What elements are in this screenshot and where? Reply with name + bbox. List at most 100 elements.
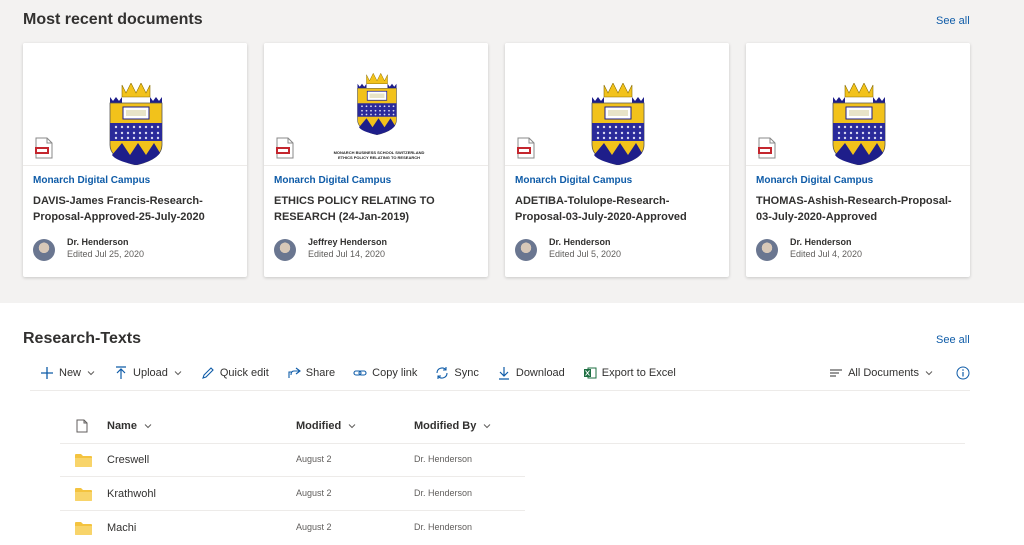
file-icon: [76, 419, 88, 433]
chevron-down-icon: [482, 421, 492, 431]
export-to-excel-button[interactable]: Export to Excel: [583, 366, 676, 380]
crest-logo: [831, 83, 887, 165]
column-header-name[interactable]: Name: [107, 420, 153, 432]
column-header-modified-by[interactable]: Modified By: [414, 420, 492, 432]
table-row[interactable]: Machi August 2 Dr. Henderson: [60, 512, 525, 545]
copy-link-button[interactable]: Copy link: [353, 366, 417, 380]
card-document-title[interactable]: ETHICS POLICY RELATING TO RESEARCH (24-J…: [274, 193, 479, 225]
new-label: New: [59, 367, 82, 379]
folder-icon: [75, 454, 92, 467]
row-modified: August 2: [296, 454, 332, 464]
share-button[interactable]: Share: [287, 366, 335, 380]
pdf-icon: [517, 137, 535, 159]
recent-documents-title: Most recent documents: [23, 11, 203, 28]
thumbnail-caption-line: ETHICS POLICY RELATING TO RESEARCH: [337, 155, 420, 160]
link-icon: [353, 370, 367, 376]
row-name[interactable]: Krathwohl: [107, 488, 156, 500]
row-name[interactable]: Machi: [107, 522, 136, 534]
view-selector[interactable]: All Documents: [829, 366, 934, 380]
card-author: Dr. Henderson: [67, 237, 129, 247]
card-site-name[interactable]: Monarch Digital Campus: [274, 175, 391, 186]
view-label: All Documents: [848, 367, 919, 379]
download-label: Download: [515, 367, 565, 379]
pdf-icon: [35, 137, 53, 159]
chevron-down-icon: [347, 421, 357, 431]
share-icon: [288, 367, 301, 378]
download-button[interactable]: Download: [497, 366, 565, 380]
new-button[interactable]: New: [40, 366, 96, 380]
crest-logo: [356, 73, 398, 135]
sync-icon: [436, 367, 448, 379]
row-modified-by: Dr. Henderson: [414, 522, 473, 532]
document-card[interactable]: Monarch Digital Campus ADETIBA-Tolulope-…: [505, 43, 729, 277]
row-modified-by: Dr. Henderson: [414, 454, 473, 464]
card-edited-date: Edited Jul 4, 2020: [790, 249, 863, 259]
document-thumbnail: [746, 43, 970, 166]
card-document-title[interactable]: ADETIBA-Tolulope-Research-Proposal-03-Ju…: [515, 193, 720, 225]
sync-button[interactable]: Sync: [435, 366, 479, 380]
avatar: [515, 239, 537, 261]
quick-edit-button[interactable]: Quick edit: [201, 366, 269, 380]
document-thumbnail: MONARCH BUSINESS SCHOOL SWITZERLAND ETHI…: [264, 43, 488, 166]
card-author: Dr. Henderson: [790, 237, 852, 247]
command-bar: New Upload Quick edit Share Copy link Sy…: [40, 362, 970, 384]
pencil-icon: [202, 367, 214, 379]
card-author: Jeffrey Henderson: [308, 237, 388, 247]
library-see-all-link[interactable]: See all: [936, 334, 970, 346]
list-icon: [830, 369, 843, 377]
toolbar-right: All Documents: [829, 362, 970, 384]
card-edited-date: Edited Jul 5, 2020: [549, 249, 622, 259]
chevron-down-icon: [924, 368, 934, 378]
card-author: Dr. Henderson: [549, 237, 611, 247]
column-header-modified-by-label: Modified By: [414, 420, 477, 432]
row-modified-by: Dr. Henderson: [414, 488, 473, 498]
library-title[interactable]: Research-Texts: [23, 330, 141, 348]
card-document-title[interactable]: THOMAS-Ashish-Research-Proposal-03-July-…: [756, 193, 961, 225]
document-card[interactable]: Monarch Digital Campus THOMAS-Ashish-Res…: [746, 43, 970, 277]
chevron-down-icon: [143, 421, 153, 431]
chevron-down-icon: [173, 368, 183, 378]
document-card[interactable]: Monarch Digital Campus DAVIS-James Franc…: [23, 43, 247, 277]
chevron-down-icon: [86, 368, 96, 378]
row-modified: August 2: [296, 488, 332, 498]
column-header-name-label: Name: [107, 420, 137, 432]
copy-link-label: Copy link: [372, 367, 418, 379]
card-site-name[interactable]: Monarch Digital Campus: [756, 175, 873, 186]
divider: [30, 390, 970, 391]
excel-icon: [583, 367, 597, 379]
card-document-title[interactable]: DAVIS-James Francis-Research-Proposal-Ap…: [33, 193, 238, 225]
crest-logo: [108, 83, 164, 165]
document-card[interactable]: MONARCH BUSINESS SCHOOL SWITZERLAND ETHI…: [264, 43, 488, 277]
avatar: [756, 239, 778, 261]
document-thumbnail: [505, 43, 729, 166]
sync-label: Sync: [454, 367, 479, 379]
share-label: Share: [305, 367, 336, 379]
thumbnail-caption: MONARCH BUSINESS SCHOOL SWITZERLAND ETHI…: [314, 150, 444, 160]
folder-icon: [75, 522, 92, 535]
recent-documents-section: Most recent documents See all Monarch Di…: [0, 0, 1024, 303]
recent-see-all-link[interactable]: See all: [936, 15, 970, 27]
quick-edit-label: Quick edit: [219, 367, 269, 379]
column-header-modified[interactable]: Modified: [296, 420, 357, 432]
download-icon: [498, 367, 509, 380]
plus-icon: [41, 367, 53, 379]
avatar: [274, 239, 296, 261]
document-thumbnail: [23, 43, 247, 166]
pdf-icon: [276, 137, 294, 159]
upload-icon: [116, 366, 127, 379]
table-row[interactable]: Krathwohl August 2 Dr. Henderson: [60, 478, 525, 511]
info-icon[interactable]: [956, 366, 970, 380]
column-header-modified-label: Modified: [296, 420, 342, 432]
crest-logo: [590, 83, 646, 165]
folder-icon: [75, 488, 92, 501]
row-name[interactable]: Creswell: [107, 454, 149, 466]
row-modified: August 2: [296, 522, 332, 532]
avatar: [33, 239, 55, 261]
card-edited-date: Edited Jul 14, 2020: [308, 249, 386, 259]
upload-button[interactable]: Upload: [114, 366, 183, 380]
card-edited-date: Edited Jul 25, 2020: [67, 249, 145, 259]
table-row[interactable]: Creswell August 2 Dr. Henderson: [60, 444, 525, 477]
card-site-name[interactable]: Monarch Digital Campus: [33, 175, 150, 186]
card-site-name[interactable]: Monarch Digital Campus: [515, 175, 632, 186]
pdf-icon: [758, 137, 776, 159]
